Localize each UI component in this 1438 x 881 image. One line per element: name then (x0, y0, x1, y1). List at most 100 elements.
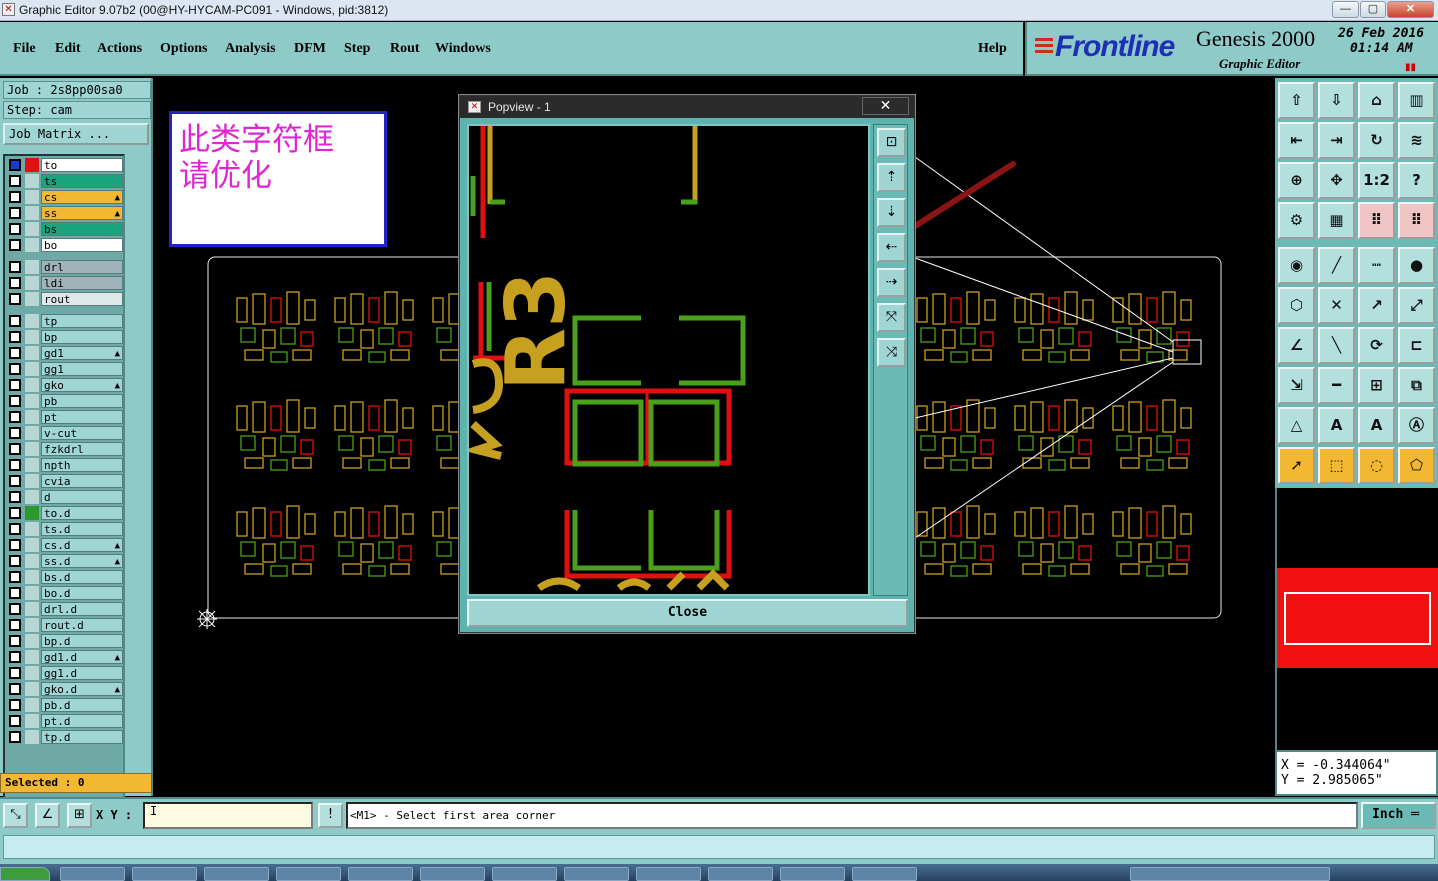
mirror-icon[interactable]: ⊏ (1398, 327, 1435, 364)
group-icon[interactable]: ⧉ (1398, 367, 1435, 404)
menu-analysis[interactable]: Analysis (225, 41, 276, 57)
text-a-icon[interactable]: △ (1278, 407, 1315, 444)
layer-state-swatch[interactable] (25, 394, 39, 408)
pan-right-icon[interactable]: ⇥ (1318, 122, 1355, 159)
layer-row-drl[interactable]: drl (7, 260, 123, 274)
layer-checkbox[interactable] (9, 603, 21, 615)
add-circle-icon[interactable]: ● (1398, 247, 1435, 284)
layer-checkbox[interactable] (9, 683, 21, 695)
layer-state-swatch[interactable] (25, 174, 39, 188)
layer-checkbox[interactable] (9, 523, 21, 535)
layer-checkbox[interactable] (9, 175, 21, 187)
layer-row-bp[interactable]: bp (7, 330, 123, 344)
layer-name[interactable]: bs (41, 222, 123, 236)
layer-row-cs[interactable]: cs ▲ (7, 190, 123, 204)
maximize-button[interactable]: ▢ (1360, 1, 1386, 18)
layer-state-swatch[interactable] (25, 570, 39, 584)
layer-checkbox[interactable] (9, 587, 21, 599)
measure-icon[interactable]: ⊞ (1358, 367, 1395, 404)
layer-checkbox[interactable] (9, 207, 21, 219)
help-question-icon[interactable]: ? (1398, 162, 1435, 199)
zoom-home-icon[interactable]: ✥ (1318, 162, 1355, 199)
layer-row-bs-d[interactable]: bs.d (7, 570, 123, 584)
text-edit-icon[interactable]: A (1318, 407, 1355, 444)
layer-checkbox[interactable] (9, 395, 21, 407)
layer-row-tp-d[interactable]: tp.d (7, 730, 123, 744)
layer-row-to[interactable]: to (7, 158, 123, 172)
layer-state-swatch[interactable] (25, 458, 39, 472)
overview-panel[interactable] (1275, 488, 1438, 750)
layer-state-swatch[interactable] (25, 442, 39, 456)
menu-windows[interactable]: Windows (435, 41, 491, 57)
layer-state-swatch[interactable] (25, 362, 39, 376)
layer-checkbox[interactable] (9, 315, 21, 327)
copy-icon[interactable]: ⤢ (1398, 287, 1435, 324)
step-name[interactable]: Step: cam (3, 101, 151, 119)
layer-checkbox[interactable] (9, 619, 21, 631)
layer-name[interactable]: fzkdrl (41, 442, 123, 456)
menu-help[interactable]: Help (978, 41, 1007, 57)
select-polygon-icon[interactable]: ⬠ (1398, 447, 1435, 484)
taskbar-item[interactable] (564, 867, 629, 881)
layer-state-swatch[interactable] (25, 714, 39, 728)
layer-name[interactable]: to (41, 158, 123, 172)
layer-name[interactable]: bp (41, 330, 123, 344)
connect-icon[interactable]: ⬡ (1278, 287, 1315, 324)
layer-row-fzkdrl[interactable]: fzkdrl (7, 442, 123, 456)
resize-icon[interactable]: ⇲ (1278, 367, 1315, 404)
alert-icon[interactable]: ! (318, 803, 343, 828)
layer-row-drl-d[interactable]: drl.d (7, 602, 123, 616)
zoom-1to2-icon[interactable]: 1:2 (1358, 162, 1395, 199)
layer-row-bo-d[interactable]: bo.d (7, 586, 123, 600)
layer-name[interactable]: ss ▲ (41, 206, 123, 220)
layer-checkbox[interactable] (9, 667, 21, 679)
layer-checkbox[interactable] (9, 239, 21, 251)
pause-icon[interactable]: ▮▮ (1405, 62, 1416, 73)
snap-grid-icon[interactable]: ⊞ (67, 803, 92, 828)
close-window-button[interactable]: ✕ (1387, 1, 1434, 18)
layer-checkbox[interactable] (9, 223, 21, 235)
start-button[interactable] (0, 867, 50, 881)
layer-name[interactable]: bo.d (41, 586, 123, 600)
add-pad-icon[interactable]: ◉ (1278, 247, 1315, 284)
layer-state-swatch[interactable] (25, 730, 39, 744)
menu-file[interactable]: File (13, 41, 36, 57)
minimize-button[interactable]: — (1332, 1, 1359, 18)
popview-zoom-fit-icon[interactable]: ⊡ (877, 128, 906, 157)
home-icon[interactable]: ⌂ (1358, 82, 1395, 119)
layer-name[interactable]: v-cut (41, 426, 123, 440)
layer-state-swatch[interactable] (25, 330, 39, 344)
layer-checkbox[interactable] (9, 379, 21, 391)
layer-name[interactable]: d (41, 490, 123, 504)
layer-checkbox[interactable] (9, 475, 21, 487)
layer-state-swatch[interactable] (25, 158, 39, 172)
layer-state-swatch[interactable] (25, 378, 39, 392)
layer-name[interactable]: pt.d (41, 714, 123, 728)
layer-row-bs[interactable]: bs (7, 222, 123, 236)
text-change-icon[interactable]: Ⓐ (1398, 407, 1435, 444)
layer-name[interactable]: gd1 ▲ (41, 346, 123, 360)
layer-state-swatch[interactable] (25, 490, 39, 504)
layer-name[interactable]: drl (41, 260, 123, 274)
popview-pan-left-icon[interactable]: ⇠ (877, 233, 906, 262)
layer-checkbox[interactable] (9, 555, 21, 567)
layer-checkbox[interactable] (9, 699, 21, 711)
layer-name[interactable]: drl.d (41, 602, 123, 616)
layer-name[interactable]: tp (41, 314, 123, 328)
layer-state-swatch[interactable] (25, 682, 39, 696)
menu-edit[interactable]: Edit (55, 41, 81, 57)
taskbar-item[interactable] (132, 867, 197, 881)
popview-canvas[interactable]: R3 (467, 124, 870, 596)
layer-state-swatch[interactable] (25, 522, 39, 536)
move-icon[interactable]: ↗ (1358, 287, 1395, 324)
layer-checkbox[interactable] (9, 347, 21, 359)
layer-name[interactable]: cvia (41, 474, 123, 488)
layer-state-swatch[interactable] (25, 586, 39, 600)
zoom-fit-icon[interactable]: ⊕ (1278, 162, 1315, 199)
layer-row-d[interactable]: d (7, 490, 123, 504)
layer-row-ldi[interactable]: ldi (7, 276, 123, 290)
taskbar-item[interactable] (708, 867, 773, 881)
xy-input[interactable]: I (143, 802, 313, 829)
taskbar-item[interactable] (204, 867, 269, 881)
save-job-icon[interactable]: ⇩ (1318, 82, 1355, 119)
